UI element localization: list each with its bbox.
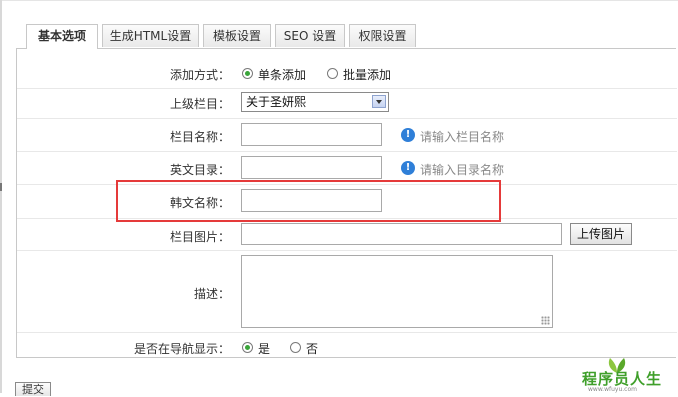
top-divider [0,0,678,1]
show-in-nav-yes-radio[interactable] [242,342,253,353]
row-divider [17,118,677,119]
row-divider [17,88,677,89]
chevron-down-icon[interactable] [372,95,386,108]
add-mode-batch-radio[interactable] [327,68,338,79]
watermark-subtext: www.wfuyu.com [588,386,637,393]
parent-column-label: 上级栏目： [169,97,230,111]
info-icon: ! [401,161,415,175]
show-in-nav-no-radio[interactable] [290,342,301,353]
description-label: 描述： [193,287,230,301]
column-name-input[interactable] [241,123,382,146]
tab-html-settings[interactable]: 生成HTML设置 [102,24,199,47]
tab-seo-settings[interactable]: SEO 设置 [275,24,345,47]
description-textarea[interactable] [241,255,553,328]
column-image-input[interactable] [241,223,562,245]
tab-basic[interactable]: 基本选项 [26,24,98,49]
add-mode-single-label[interactable]: 单条添加 [258,66,306,83]
add-mode-label: 添加方式： [169,68,230,82]
highlight-box [116,180,501,222]
row-divider [17,332,677,333]
left-collapse-handle[interactable] [0,183,2,191]
info-icon: ! [401,128,415,142]
upload-image-button[interactable]: 上传图片 [570,223,632,245]
row-divider [17,151,677,152]
show-in-nav-label: 是否在导航显示： [133,342,230,356]
column-name-label: 栏目名称： [169,130,230,144]
english-dir-label: 英文目录： [169,163,230,177]
row-divider [17,250,677,251]
resize-grip-icon[interactable] [541,316,550,325]
parent-column-select[interactable]: 关于圣妍熙 [241,92,389,112]
column-name-hint: 请输入栏目名称 [420,130,505,144]
show-in-nav-no-label[interactable]: 否 [306,340,318,357]
parent-column-value: 关于圣妍熙 [246,95,307,109]
add-mode-batch-label[interactable]: 批量添加 [343,66,391,83]
english-dir-input[interactable] [241,156,382,179]
add-mode-single-radio[interactable] [242,68,253,79]
tab-bar: 基本选项 生成HTML设置 模板设置 SEO 设置 权限设置 [16,24,678,49]
tab-permission-settings[interactable]: 权限设置 [349,24,416,47]
column-image-label: 栏目图片： [169,230,230,244]
show-in-nav-yes-label[interactable]: 是 [258,340,270,357]
submit-button[interactable]: 提交 [15,382,51,396]
english-dir-hint: 请输入目录名称 [420,163,505,177]
tab-template-settings[interactable]: 模板设置 [203,24,271,47]
